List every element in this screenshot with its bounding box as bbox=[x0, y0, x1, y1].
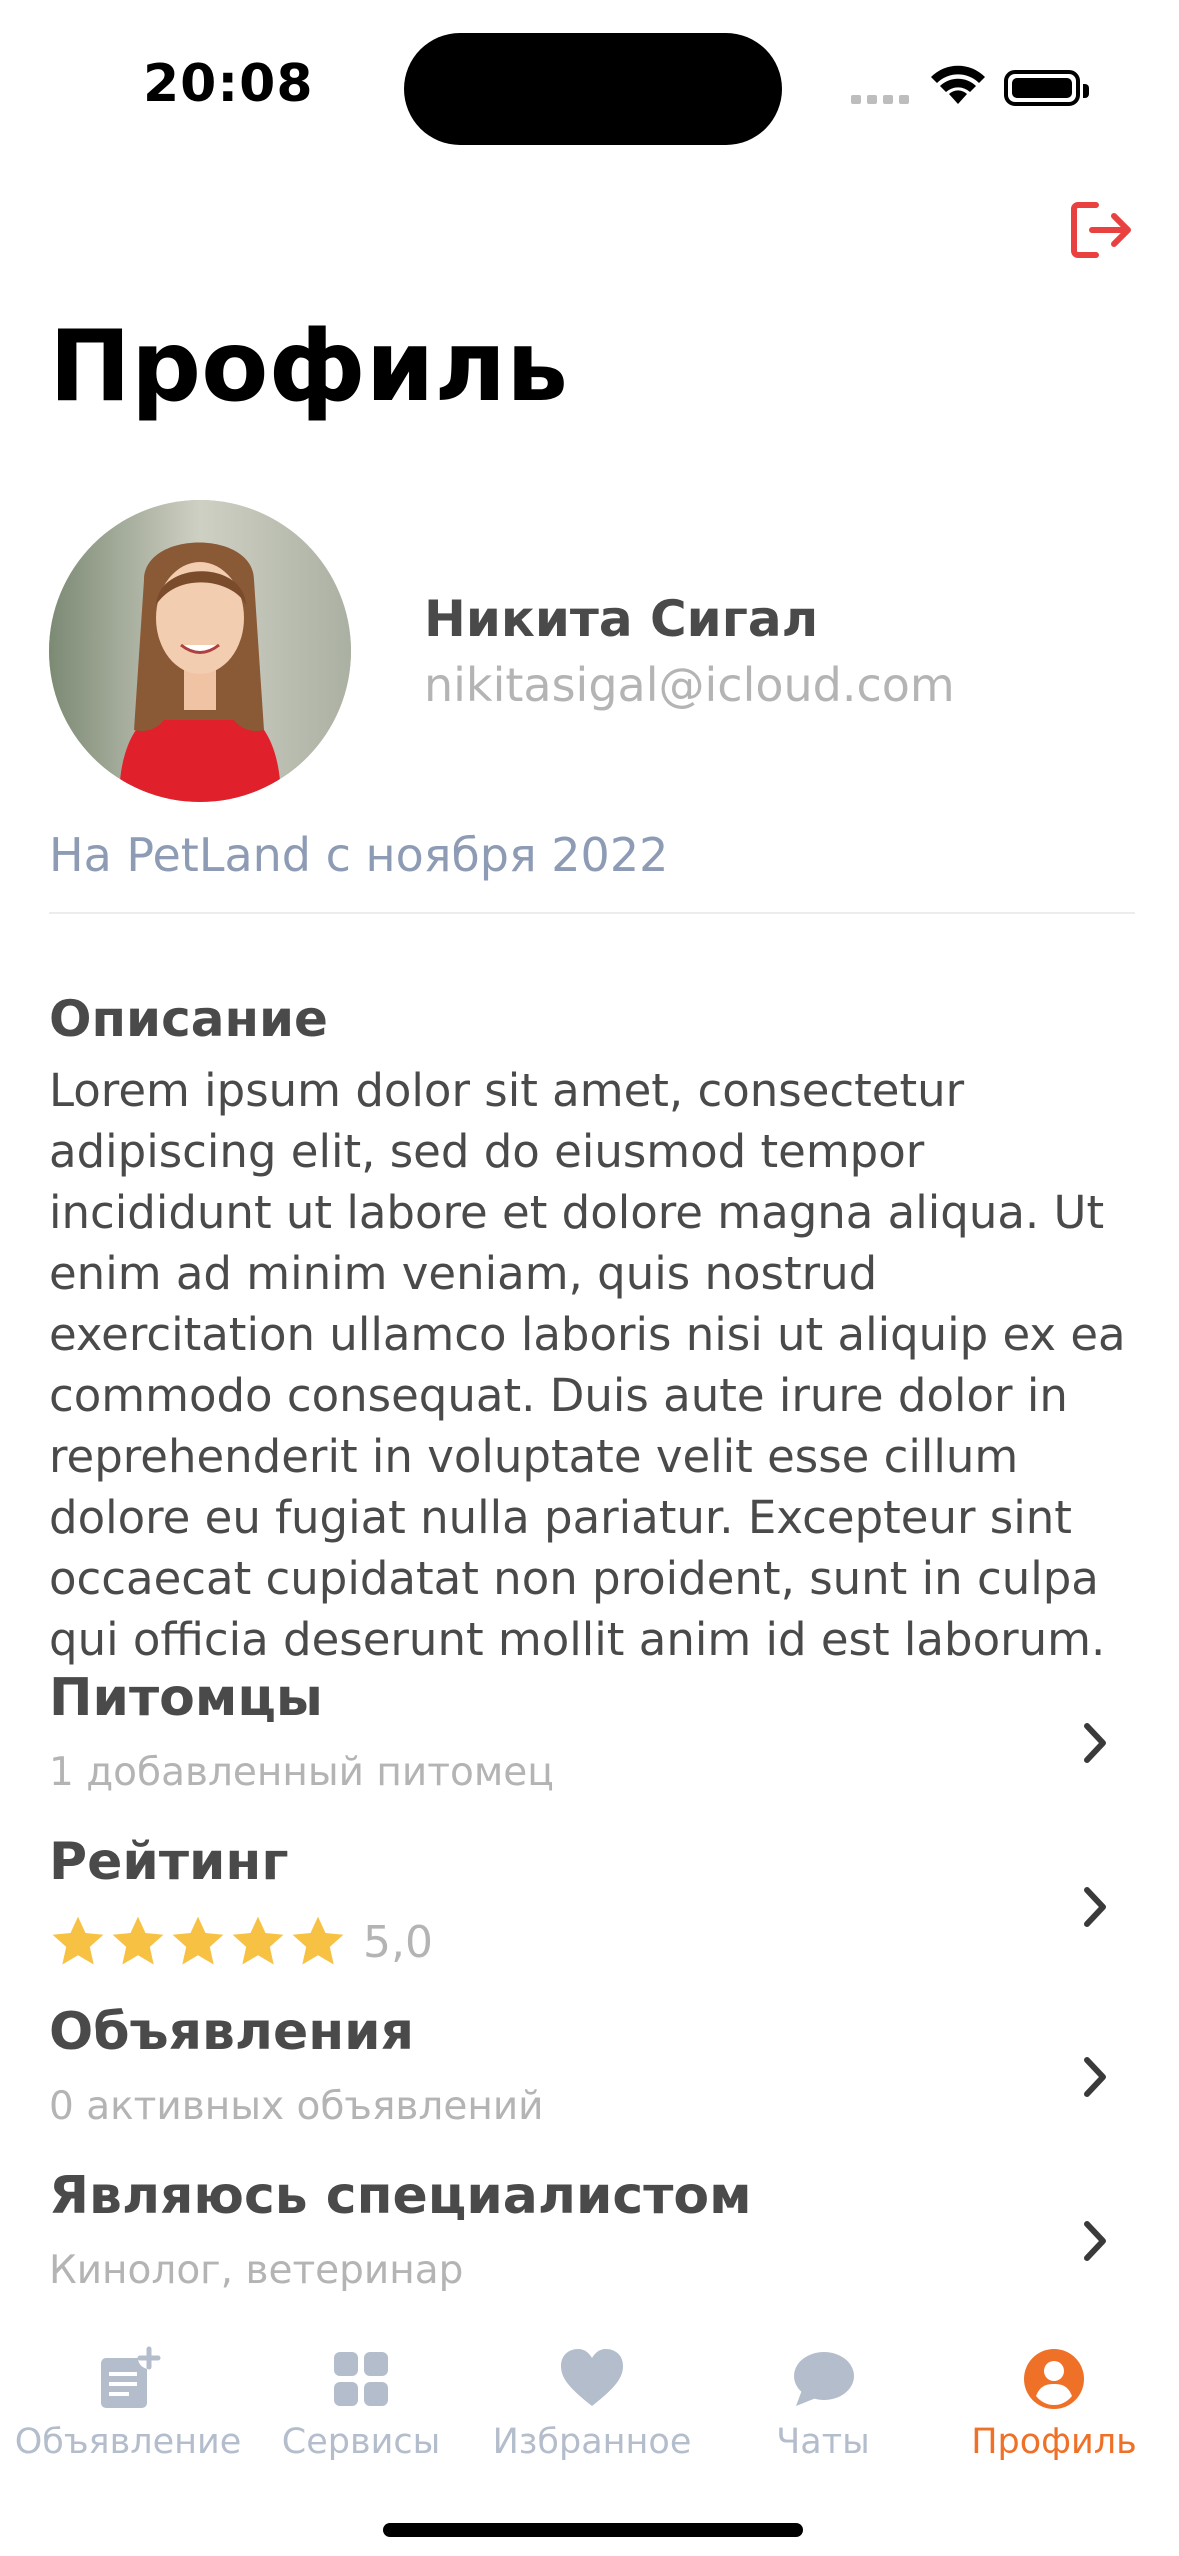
rating-row[interactable]: Рейтинг 5,0 bbox=[49, 1832, 1135, 1982]
specialist-subtitle: Кинолог, ветеринар bbox=[49, 2248, 464, 2293]
profile-name: Никита Сигал bbox=[424, 590, 819, 648]
rating-value: 5,0 bbox=[363, 1916, 433, 1968]
ads-subtitle: 0 активных объявлений bbox=[49, 2084, 544, 2129]
tab-chats[interactable]: Чаты bbox=[705, 2316, 941, 2476]
star-icon bbox=[52, 1916, 104, 1965]
chevron-right-icon bbox=[1084, 2221, 1106, 2261]
divider bbox=[49, 912, 1135, 914]
ads-row[interactable]: Объявления 0 активных объявлений bbox=[49, 2002, 1135, 2152]
profile-icon bbox=[1024, 2349, 1084, 2409]
chat-bubble-icon bbox=[794, 2352, 854, 2406]
tab-label: Профиль bbox=[971, 2422, 1137, 2462]
battery-icon bbox=[1004, 70, 1089, 106]
page-title: Профиль bbox=[49, 310, 569, 424]
rating-title: Рейтинг bbox=[49, 1832, 289, 1892]
star-icon bbox=[292, 1916, 344, 1965]
tab-profile[interactable]: Профиль bbox=[936, 2316, 1172, 2476]
ads-title: Объявления bbox=[49, 2002, 414, 2062]
star-icon bbox=[112, 1916, 164, 1965]
status-bar: 20:08 bbox=[0, 0, 1179, 170]
tab-new-ad[interactable]: Объявление bbox=[10, 2316, 246, 2476]
chevron-right-icon bbox=[1084, 1887, 1106, 1927]
grid-icon bbox=[334, 2352, 388, 2406]
rating-stars: 5,0 bbox=[49, 1910, 433, 1974]
dynamic-island bbox=[404, 33, 782, 145]
tab-label: Сервисы bbox=[281, 2422, 441, 2462]
pets-row[interactable]: Питомцы 1 добавленный питомец bbox=[49, 1668, 1135, 1818]
tab-favorites[interactable]: Избранное bbox=[474, 2316, 710, 2476]
pets-title: Питомцы bbox=[49, 1668, 323, 1728]
description-text: Lorem ipsum dolor sit amet, consectetur … bbox=[49, 1064, 1126, 1666]
wifi-icon bbox=[931, 65, 985, 104]
specialist-row[interactable]: Являюсь специалистом Кинолог, ветеринар bbox=[49, 2166, 1135, 2316]
tab-bar: Объявление Сервисы Избранное Чаты Профил… bbox=[0, 2316, 1179, 2556]
home-indicator bbox=[383, 2523, 803, 2537]
tab-label: Избранное bbox=[492, 2422, 692, 2462]
specialist-title: Являюсь специалистом bbox=[49, 2166, 752, 2226]
avatar[interactable] bbox=[49, 500, 351, 802]
tab-label: Объявление bbox=[14, 2422, 242, 2462]
status-time: 20:08 bbox=[143, 54, 314, 114]
star-icon bbox=[232, 1916, 284, 1965]
tab-label: Чаты bbox=[776, 2422, 870, 2462]
star-icon bbox=[172, 1916, 224, 1965]
heart-icon bbox=[561, 2349, 623, 2406]
chevron-right-icon bbox=[1084, 2057, 1106, 2097]
description-heading: Описание bbox=[49, 990, 328, 1048]
pets-subtitle: 1 добавленный питомец bbox=[49, 1750, 554, 1795]
logout-icon[interactable] bbox=[1066, 195, 1136, 265]
member-since: На PetLand с ноября 2022 bbox=[49, 828, 669, 882]
profile-email: nikitasigal@icloud.com bbox=[424, 658, 955, 712]
chevron-right-icon bbox=[1084, 1723, 1106, 1763]
tab-services[interactable]: Сервисы bbox=[243, 2316, 479, 2476]
new-ad-icon bbox=[101, 2346, 161, 2408]
